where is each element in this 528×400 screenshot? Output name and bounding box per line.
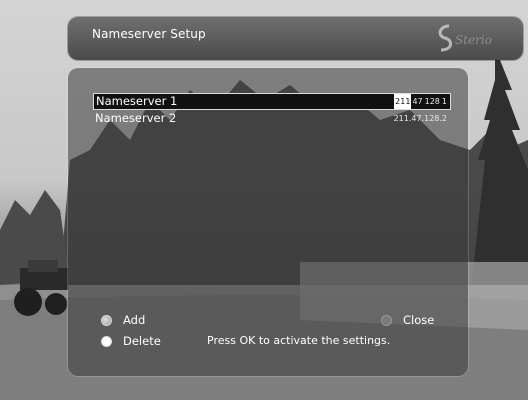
close-key-icon [381, 314, 392, 326]
add-button[interactable]: Add [101, 312, 145, 328]
delete-key-icon [101, 335, 112, 347]
settings-panel: Nameserver 1 211 47 128 1 Nameserver 2 211.… [68, 68, 468, 376]
add-key-icon [101, 314, 112, 326]
close-button-label: Close [403, 313, 435, 327]
svg-text:Sterio: Sterio [455, 33, 492, 47]
nameserver-2-value[interactable]: 211.47.128.2 [394, 111, 447, 126]
nameserver-2-row[interactable]: Nameserver 2 211.47.128.2 [93, 111, 449, 126]
nameserver-1-value[interactable]: 211 47 128 1 [394, 94, 448, 109]
ip-octet-2[interactable]: 47 [411, 94, 423, 109]
nameserver-2-label: Nameserver 2 [95, 111, 177, 125]
ip-octet-3[interactable]: 128 [424, 94, 441, 109]
delete-button-label: Delete [123, 334, 161, 348]
nameserver-1-label: Nameserver 1 [96, 94, 178, 108]
delete-button[interactable]: Delete [101, 333, 161, 349]
close-button[interactable]: Close [381, 312, 434, 328]
add-button-label: Add [123, 313, 146, 327]
page-title: Nameserver Setup [92, 27, 206, 41]
hint-text: Press OK to activate the settings. [207, 334, 391, 347]
title-bar: Nameserver Setup Sterio [68, 17, 523, 60]
ip-octet-1[interactable]: 211 [394, 94, 412, 109]
brand-logo-icon: Sterio [438, 24, 492, 52]
nameserver-1-row[interactable]: Nameserver 1 211 47 128 1 [93, 93, 451, 110]
ip-octet-4[interactable]: 1 [441, 94, 448, 109]
